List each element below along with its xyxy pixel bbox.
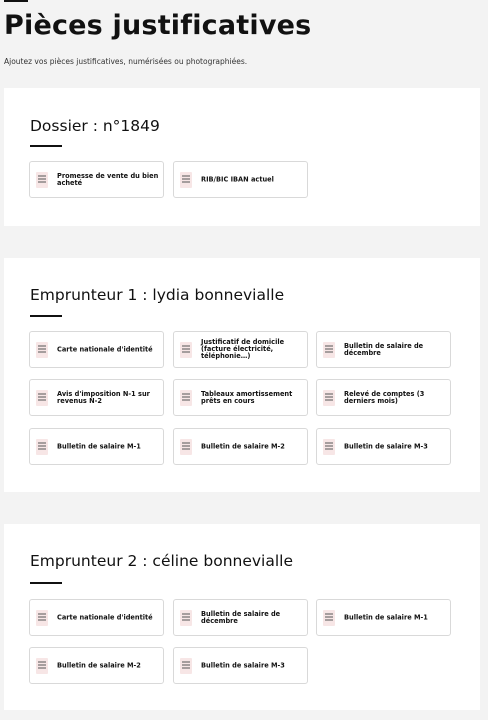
document-upload-button[interactable]: Bulletin de salaire M-2 (29, 647, 164, 684)
document-upload-button[interactable]: Avis d'imposition N-1 sur revenus N-2 (29, 379, 164, 416)
document-label: Bulletin de salaire M-1 (57, 441, 141, 450)
document-upload-button[interactable]: Promesse de vente du bien acheté (29, 161, 164, 198)
document-icon (36, 610, 48, 626)
document-label: Relevé de comptes (3 derniers mois) (344, 389, 425, 405)
header-accent-bar (4, 0, 28, 2)
section-card-emprunteur-1: Emprunteur 1 : lydia bonnevialle Carte n… (4, 258, 480, 492)
document-icon (180, 390, 192, 406)
section-title-rule (30, 145, 62, 147)
page-subtitle: Ajoutez vos pièces justificatives, numér… (4, 57, 248, 66)
document-icon (36, 439, 48, 455)
section-title: Emprunteur 2 : céline bonnevialle (30, 552, 294, 570)
document-upload-button[interactable]: Carte nationale d'identité (29, 599, 164, 636)
document-label: Bulletin de salaire M-3 (201, 660, 285, 669)
document-label: Tableaux amortissement prêts en cours (201, 389, 293, 405)
document-icon (36, 342, 48, 358)
document-upload-button[interactable]: Bulletin de salaire M-3 (316, 428, 451, 465)
document-label: Bulletin de salaire de décembre (201, 609, 281, 625)
document-icon (323, 610, 335, 626)
document-upload-button[interactable]: Tableaux amortissement prêts en cours (173, 379, 308, 416)
document-icon (180, 658, 192, 674)
section-title-rule (30, 582, 62, 584)
document-upload-button[interactable]: Relevé de comptes (3 derniers mois) (316, 379, 451, 416)
section-title: Emprunteur 1 : lydia bonnevialle (30, 286, 285, 304)
document-upload-button[interactable]: RIB/BIC IBAN actuel (173, 161, 308, 198)
document-icon (180, 172, 192, 188)
section-title-rule (30, 315, 62, 317)
section-card-dossier: Dossier : n°1849 Promesse de vente du bi… (4, 88, 480, 226)
document-label: Bulletin de salaire M-1 (344, 612, 428, 621)
document-icon (36, 390, 48, 406)
document-icon (323, 439, 335, 455)
document-label: Bulletin de salaire M-3 (344, 441, 428, 450)
document-label: Bulletin de salaire M-2 (201, 441, 285, 450)
document-upload-button[interactable]: Bulletin de salaire de décembre (173, 599, 308, 636)
document-label: Avis d'imposition N-1 sur revenus N-2 (57, 389, 150, 405)
document-icon (180, 610, 192, 626)
document-upload-button[interactable]: Bulletin de salaire M-1 (29, 428, 164, 465)
document-label: Carte nationale d'identité (57, 612, 153, 621)
page-title: Pièces justificatives (4, 10, 312, 41)
document-label: RIB/BIC IBAN actuel (201, 174, 274, 183)
document-icon (180, 439, 192, 455)
document-icon (36, 658, 48, 674)
document-icon (323, 390, 335, 406)
document-label: Bulletin de salaire de décembre (344, 341, 424, 357)
document-icon (323, 342, 335, 358)
section-title: Dossier : n°1849 (30, 117, 160, 135)
document-label: Promesse de vente du bien acheté (57, 171, 159, 187)
document-upload-button[interactable]: Bulletin de salaire de décembre (316, 331, 451, 368)
section-card-emprunteur-2: Emprunteur 2 : céline bonnevialle Carte … (4, 524, 480, 710)
document-upload-button[interactable]: Bulletin de salaire M-1 (316, 599, 451, 636)
document-label: Justificatif de domicile (facture électr… (201, 337, 285, 361)
document-label: Bulletin de salaire M-2 (57, 660, 141, 669)
document-label: Carte nationale d'identité (57, 344, 153, 353)
document-icon (36, 172, 48, 188)
document-upload-button[interactable]: Carte nationale d'identité (29, 331, 164, 368)
document-icon (180, 342, 192, 358)
document-upload-button[interactable]: Bulletin de salaire M-2 (173, 428, 308, 465)
document-upload-button[interactable]: Justificatif de domicile (facture électr… (173, 331, 308, 368)
document-upload-button[interactable]: Bulletin de salaire M-3 (173, 647, 308, 684)
